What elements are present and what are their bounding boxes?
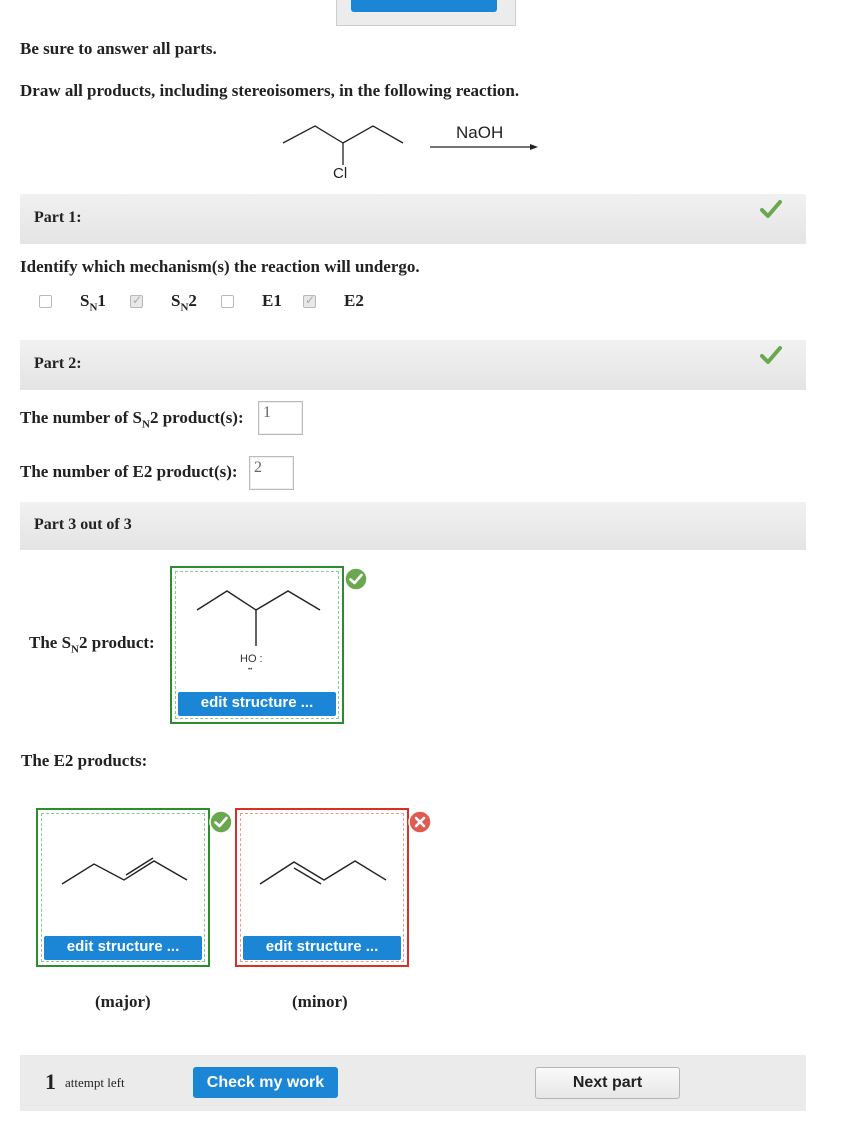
sn2-product-label: The SN2 product: — [29, 633, 155, 656]
attempts-count: 1 — [45, 1069, 56, 1094]
part1-header: Part 1: — [20, 194, 806, 244]
option-sn2-label: SN2 — [171, 291, 197, 314]
footer-bar: 1 attempt left Check my work Next part — [20, 1055, 806, 1111]
part3-title: Part 3 out of 3 — [34, 516, 132, 533]
reactant-skeleton — [282, 125, 404, 144]
sn2-count-input[interactable]: 1 — [258, 401, 303, 435]
part2-title: Part 2: — [34, 355, 82, 372]
oh-lone-pair: •• — [248, 667, 252, 673]
e2-count-label: The number of E2 product(s): — [20, 462, 238, 481]
option-e1-label: E1 — [262, 291, 282, 310]
sn2-product-structure-box[interactable]: HO : •• edit structure ... — [170, 566, 344, 724]
e2-minor-structure — [259, 860, 387, 885]
e2-products-label: The E2 products: — [21, 751, 148, 770]
e2-count-input[interactable]: 2 — [249, 456, 294, 490]
reactant-cl-label: Cl — [333, 165, 347, 182]
minor-label: (minor) — [292, 992, 348, 1011]
option-e1-checkbox[interactable] — [221, 295, 234, 308]
check-my-work-button[interactable]: Check my work — [193, 1067, 338, 1098]
option-sn2-checkbox[interactable] — [130, 293, 143, 308]
part1-question: Identify which mechanism(s) the reaction… — [20, 257, 420, 276]
part1-title: Part 1: — [34, 209, 82, 226]
option-e2-checkbox[interactable] — [303, 293, 316, 308]
reagent-label: NaOH — [456, 123, 503, 142]
part3-header: Part 3 out of 3 — [20, 502, 806, 550]
e2-minor-edit-structure-button[interactable]: edit structure ... — [243, 936, 401, 960]
oh-label: HO : — [240, 653, 263, 665]
instruction-answer-all: Be sure to answer all parts. — [20, 39, 217, 58]
next-part-button[interactable]: Next part — [535, 1067, 680, 1099]
sn2-count-label: The number of SN2 product(s): — [20, 408, 244, 431]
e2-minor-structure-box[interactable]: edit structure ... — [235, 808, 409, 967]
e2-major-structure-box[interactable]: edit structure ... — [36, 808, 210, 967]
e2-major-structure — [61, 857, 188, 885]
sn2-product-structure: HO : •• — [196, 590, 321, 673]
option-e2-label: E2 — [344, 291, 364, 310]
top-partial-button[interactable] — [351, 0, 497, 12]
part1-correct-check-icon — [760, 200, 782, 218]
sn2-correct-badge-icon — [344, 567, 368, 591]
sn2-edit-structure-button[interactable]: edit structure ... — [178, 692, 336, 716]
major-label: (major) — [95, 992, 151, 1011]
top-toolbar — [336, 0, 516, 26]
instruction-draw-products: Draw all products, including stereoisome… — [20, 81, 520, 100]
part2-header: Part 2: — [20, 340, 806, 390]
part2-correct-check-icon — [760, 346, 782, 364]
e2-minor-incorrect-badge-icon — [408, 810, 432, 834]
attempts-text: attempt left — [65, 1075, 125, 1090]
e2-major-correct-badge-icon — [209, 810, 233, 834]
reaction-scheme: Cl NaOH — [282, 123, 538, 182]
reaction-arrowhead — [530, 144, 538, 150]
option-sn1-label: SN1 — [80, 291, 106, 314]
e2-major-edit-structure-button[interactable]: edit structure ... — [44, 936, 202, 960]
option-sn1-checkbox[interactable] — [39, 295, 52, 308]
